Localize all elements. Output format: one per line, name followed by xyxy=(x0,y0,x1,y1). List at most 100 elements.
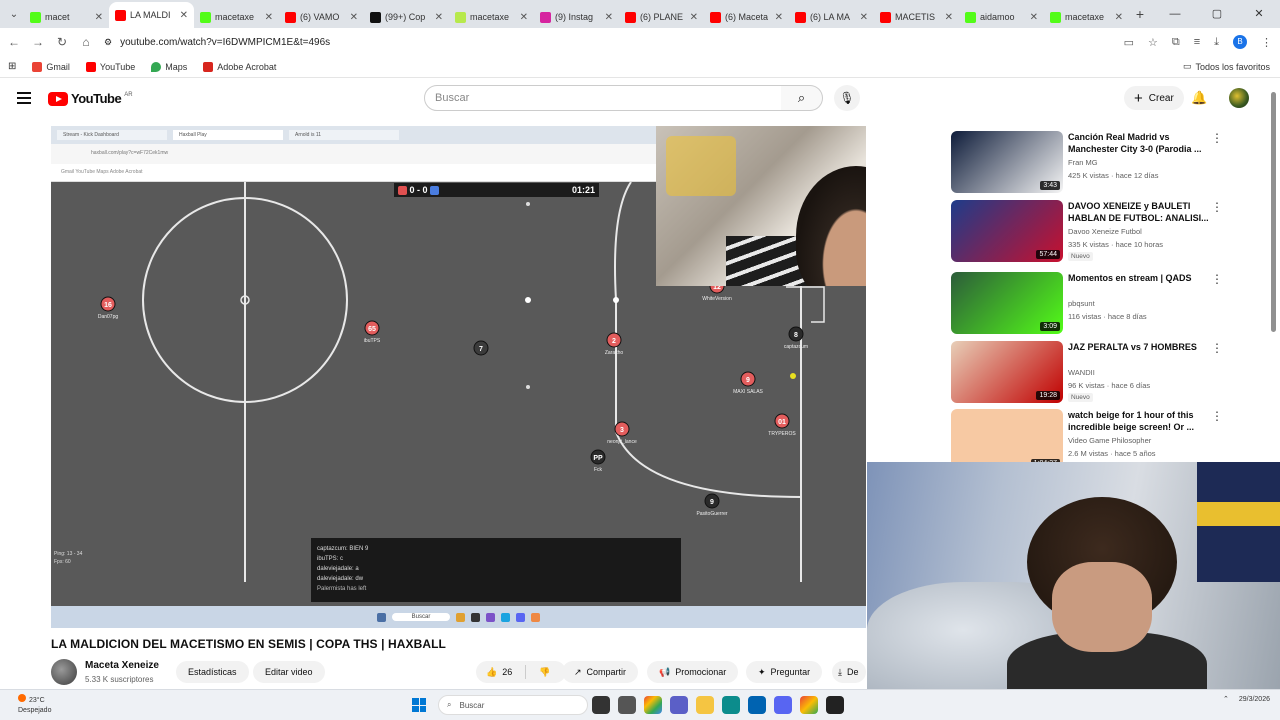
discord-icon[interactable] xyxy=(774,696,792,714)
video-thumbnail[interactable]: 3:43 xyxy=(951,131,1063,193)
video-player[interactable]: Stream - Kick Dashboard Haxball Play Arn… xyxy=(51,126,866,628)
tray-chevron-icon[interactable]: ⌃ xyxy=(1223,694,1229,705)
video-thumbnail[interactable]: 19:28 xyxy=(951,341,1063,403)
recommended-channel[interactable]: pbqsunt xyxy=(1068,299,1095,308)
channel-avatar[interactable] xyxy=(51,659,77,685)
obs-icon[interactable] xyxy=(826,696,844,714)
teams-icon[interactable] xyxy=(670,696,688,714)
recommended-title[interactable]: Canción Real Madrid vs Manchester City 3… xyxy=(1068,131,1210,155)
browser-tab[interactable]: macetaxe ✕ xyxy=(194,6,279,28)
downloads-icon[interactable]: ⤓ xyxy=(1214,36,1219,49)
more-options-icon[interactable]: ⋮ xyxy=(1211,341,1223,355)
new-tab-button[interactable]: + xyxy=(1129,6,1151,22)
more-options-icon[interactable]: ⋮ xyxy=(1211,409,1223,423)
tab-close-icon[interactable]: ✕ xyxy=(860,12,868,23)
browser-tab[interactable]: (6) LA MA ✕ xyxy=(789,6,874,28)
promote-button[interactable]: 📢 Promocionar xyxy=(647,661,739,683)
search-input[interactable]: Buscar xyxy=(424,85,782,111)
more-options-icon[interactable]: ⋮ xyxy=(1211,272,1223,286)
browser-tab[interactable]: LA MALDI ✕ xyxy=(109,2,194,28)
tab-close-icon[interactable]: ✕ xyxy=(350,12,358,23)
tab-close-icon[interactable]: ✕ xyxy=(435,12,443,23)
bookmark-star-icon[interactable]: ☆ xyxy=(1148,36,1158,49)
tab-close-icon[interactable]: ✕ xyxy=(1115,12,1123,23)
clock-date[interactable]: 29/3/2026 xyxy=(1239,694,1270,705)
extensions-icon[interactable]: ⧉ xyxy=(1172,36,1180,49)
site-info-icon[interactable]: ⚙ xyxy=(104,37,112,48)
voice-search-button[interactable]: 🎙 xyxy=(834,85,860,111)
recommended-video[interactable]: 57:44 DAVOO XENEIZE y BAULETI HABLAN DE F… xyxy=(951,200,1231,262)
browser-tab[interactable]: aidamoo ✕ xyxy=(959,6,1044,28)
task-view-icon[interactable] xyxy=(592,696,610,714)
weather-widget[interactable]: 23°C Despejado xyxy=(18,694,51,716)
browser-tab[interactable]: (6) PLANE ✕ xyxy=(619,6,704,28)
home-icon[interactable]: ⌂ xyxy=(80,35,92,49)
maximize-icon[interactable]: ▢ xyxy=(1196,0,1238,28)
page-scrollbar[interactable] xyxy=(1271,92,1276,332)
more-options-icon[interactable]: ⋮ xyxy=(1211,131,1223,145)
close-window-icon[interactable]: ✕ xyxy=(1238,0,1280,28)
recommended-video[interactable]: 19:28 JAZ PERALTA vs 7 HOMBRES WANDII 96 K … xyxy=(951,341,1231,403)
channel-name[interactable]: Maceta Xeneize xyxy=(85,660,159,671)
recommended-channel[interactable]: Davoo Xeneize Futbol xyxy=(1068,227,1142,236)
account-avatar[interactable] xyxy=(1229,88,1249,108)
reading-list-icon[interactable]: ≡ xyxy=(1194,36,1200,48)
browser-tab[interactable]: (6) VAMO ✕ xyxy=(279,6,364,28)
tab-close-icon[interactable]: ✕ xyxy=(945,12,953,23)
file-explorer-icon[interactable] xyxy=(696,696,714,714)
windows-start-icon[interactable] xyxy=(412,698,426,712)
create-button[interactable]: + Crear xyxy=(1124,86,1184,110)
recommended-video[interactable]: 3:43 Canción Real Madrid vs Manchester Ci… xyxy=(951,131,1231,193)
download-button[interactable]: ⤓ De xyxy=(832,661,866,683)
profile-avatar[interactable]: B xyxy=(1233,35,1247,49)
more-options-icon[interactable]: ⋮ xyxy=(1211,200,1223,214)
cast-icon[interactable]: ▭ xyxy=(1124,36,1134,49)
browser-tab[interactable]: (9) Instag ✕ xyxy=(534,6,619,28)
tab-close-icon[interactable]: ✕ xyxy=(690,12,698,23)
store-icon[interactable] xyxy=(748,696,766,714)
forward-icon[interactable]: → xyxy=(32,35,44,49)
stats-button[interactable]: Estadísticas xyxy=(176,661,249,683)
bookmark-gmail[interactable]: Gmail xyxy=(32,61,70,72)
url-field[interactable]: ⚙ youtube.com/watch?v=I6DWMPICM1E&t=496s xyxy=(104,37,1112,48)
chrome-icon[interactable] xyxy=(644,696,662,714)
ask-button[interactable]: ✦ Preguntar xyxy=(746,661,823,683)
search-button[interactable]: ⌕ xyxy=(781,85,823,111)
recommended-title[interactable]: DAVOO XENEIZE y BAULETI HABLAN DE FUTBOL… xyxy=(1068,200,1210,224)
edit-video-button[interactable]: Editar video xyxy=(253,661,325,683)
tab-close-icon[interactable]: ✕ xyxy=(265,12,273,23)
browser-tab[interactable]: macet ✕ xyxy=(24,6,109,28)
edge-icon[interactable] xyxy=(722,696,740,714)
recommended-video[interactable]: 3:09 Momentos en stream | QADS pbqsunt 116 … xyxy=(951,272,1231,334)
tab-close-icon[interactable]: ✕ xyxy=(180,10,188,21)
recommended-channel[interactable]: Video Game Philosopher xyxy=(1068,436,1151,445)
recommended-title[interactable]: watch beige for 1 hour of this incredibl… xyxy=(1068,409,1210,433)
back-icon[interactable]: ← xyxy=(8,35,20,49)
browser-tab[interactable]: MACETIS ✕ xyxy=(874,6,959,28)
bookmark-maps[interactable]: Maps xyxy=(151,61,187,72)
tab-close-icon[interactable]: ✕ xyxy=(1030,12,1038,23)
reload-icon[interactable]: ↻ xyxy=(56,35,68,49)
apps-grid-icon[interactable]: ⊞ xyxy=(8,61,16,72)
video-thumbnail[interactable]: 3:09 xyxy=(951,272,1063,334)
tab-close-icon[interactable]: ✕ xyxy=(520,12,528,23)
share-button[interactable]: ↗ Compartir xyxy=(562,661,639,683)
recommended-channel[interactable]: Fran MG xyxy=(1068,158,1098,167)
bookmark-adobe-acrobat[interactable]: Adobe Acrobat xyxy=(203,61,276,72)
recommended-channel[interactable]: WANDII xyxy=(1068,368,1095,377)
app-icon[interactable] xyxy=(618,696,636,714)
tab-close-icon[interactable]: ✕ xyxy=(775,12,783,23)
youtube-logo[interactable]: YouTube AR xyxy=(48,91,133,106)
browser-tab[interactable]: macetaxe ✕ xyxy=(1044,6,1129,28)
dislike-button[interactable]: 👎 xyxy=(539,667,550,678)
recommended-title[interactable]: JAZ PERALTA vs 7 HOMBRES xyxy=(1068,341,1210,353)
recommended-title[interactable]: Momentos en stream | QADS xyxy=(1068,272,1210,284)
tab-search-icon[interactable]: ⌄ xyxy=(4,9,24,20)
browser-tab[interactable]: macetaxe ✕ xyxy=(449,6,534,28)
tab-close-icon[interactable]: ✕ xyxy=(95,12,103,23)
browser-menu-icon[interactable]: ⋮ xyxy=(1261,36,1272,49)
all-bookmarks-folder[interactable]: ▭ Todos los favoritos xyxy=(1183,61,1270,72)
chrome-icon[interactable] xyxy=(800,696,818,714)
video-thumbnail[interactable]: 57:44 xyxy=(951,200,1063,262)
browser-tab[interactable]: (6) Maceta ✕ xyxy=(704,6,789,28)
